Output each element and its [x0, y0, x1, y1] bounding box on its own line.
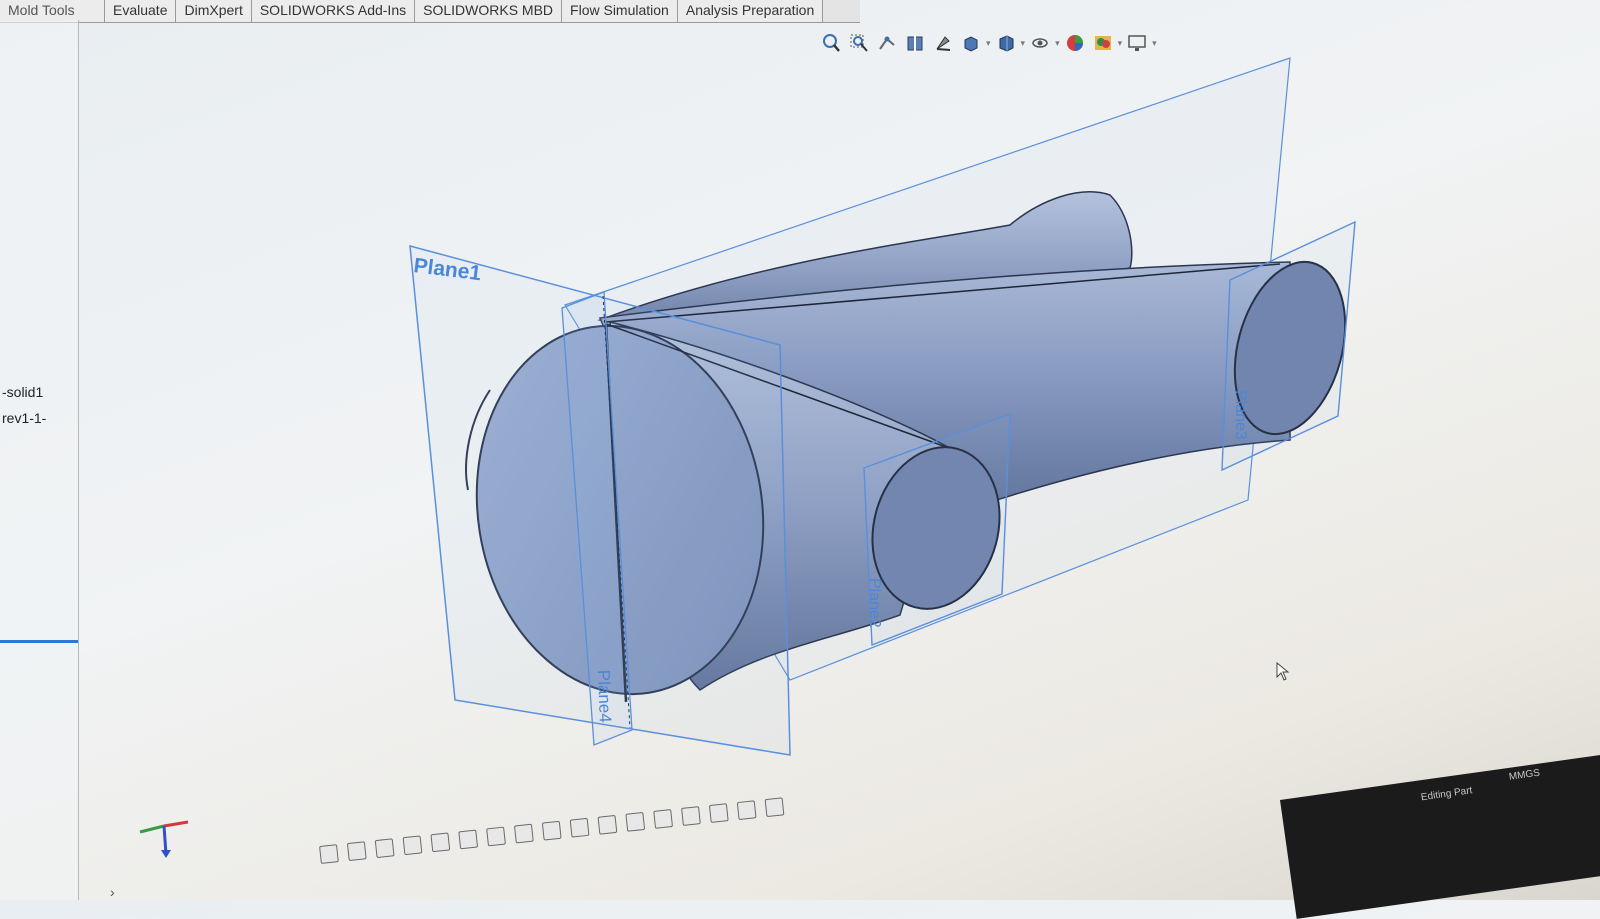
view-tool-icon[interactable]	[681, 806, 701, 826]
reference-triad	[139, 820, 189, 858]
filter-tool-icon[interactable]	[736, 800, 757, 821]
plane3-label: Plane3	[1232, 390, 1249, 440]
plane4-label: Plane4	[594, 669, 615, 723]
plane2-label: Plane2	[866, 578, 883, 628]
curve-tool-icon[interactable]	[569, 817, 590, 838]
trim-tool-icon[interactable]	[430, 832, 451, 853]
dimension-tool-icon[interactable]	[486, 826, 506, 847]
rectangle-tool-icon[interactable]	[402, 835, 423, 856]
status-units[interactable]: MMGS	[1508, 768, 1540, 783]
mouse-cursor-icon	[1276, 662, 1290, 681]
mirror-tool-icon[interactable]	[625, 811, 646, 832]
sketch-tool-icon[interactable]	[319, 844, 339, 864]
zoom-tool-icon[interactable]	[513, 823, 534, 844]
measure-tool-icon[interactable]	[597, 814, 618, 835]
relations-tool-icon[interactable]	[458, 829, 479, 850]
status-mode: Editing Part	[1420, 785, 1474, 804]
expand-arrow-icon[interactable]: ›	[110, 884, 115, 900]
options-tool-icon[interactable]	[764, 797, 785, 818]
circle-tool-icon[interactable]	[374, 838, 395, 859]
annotation-tool-icon[interactable]	[541, 820, 562, 841]
graphics-area[interactable]: Plane1 Plane4 Plane2 Plane3	[0, 0, 1600, 900]
line-tool-icon[interactable]	[346, 841, 367, 862]
section-tool-icon[interactable]	[653, 809, 674, 829]
appearance-tool-icon[interactable]	[708, 803, 729, 823]
